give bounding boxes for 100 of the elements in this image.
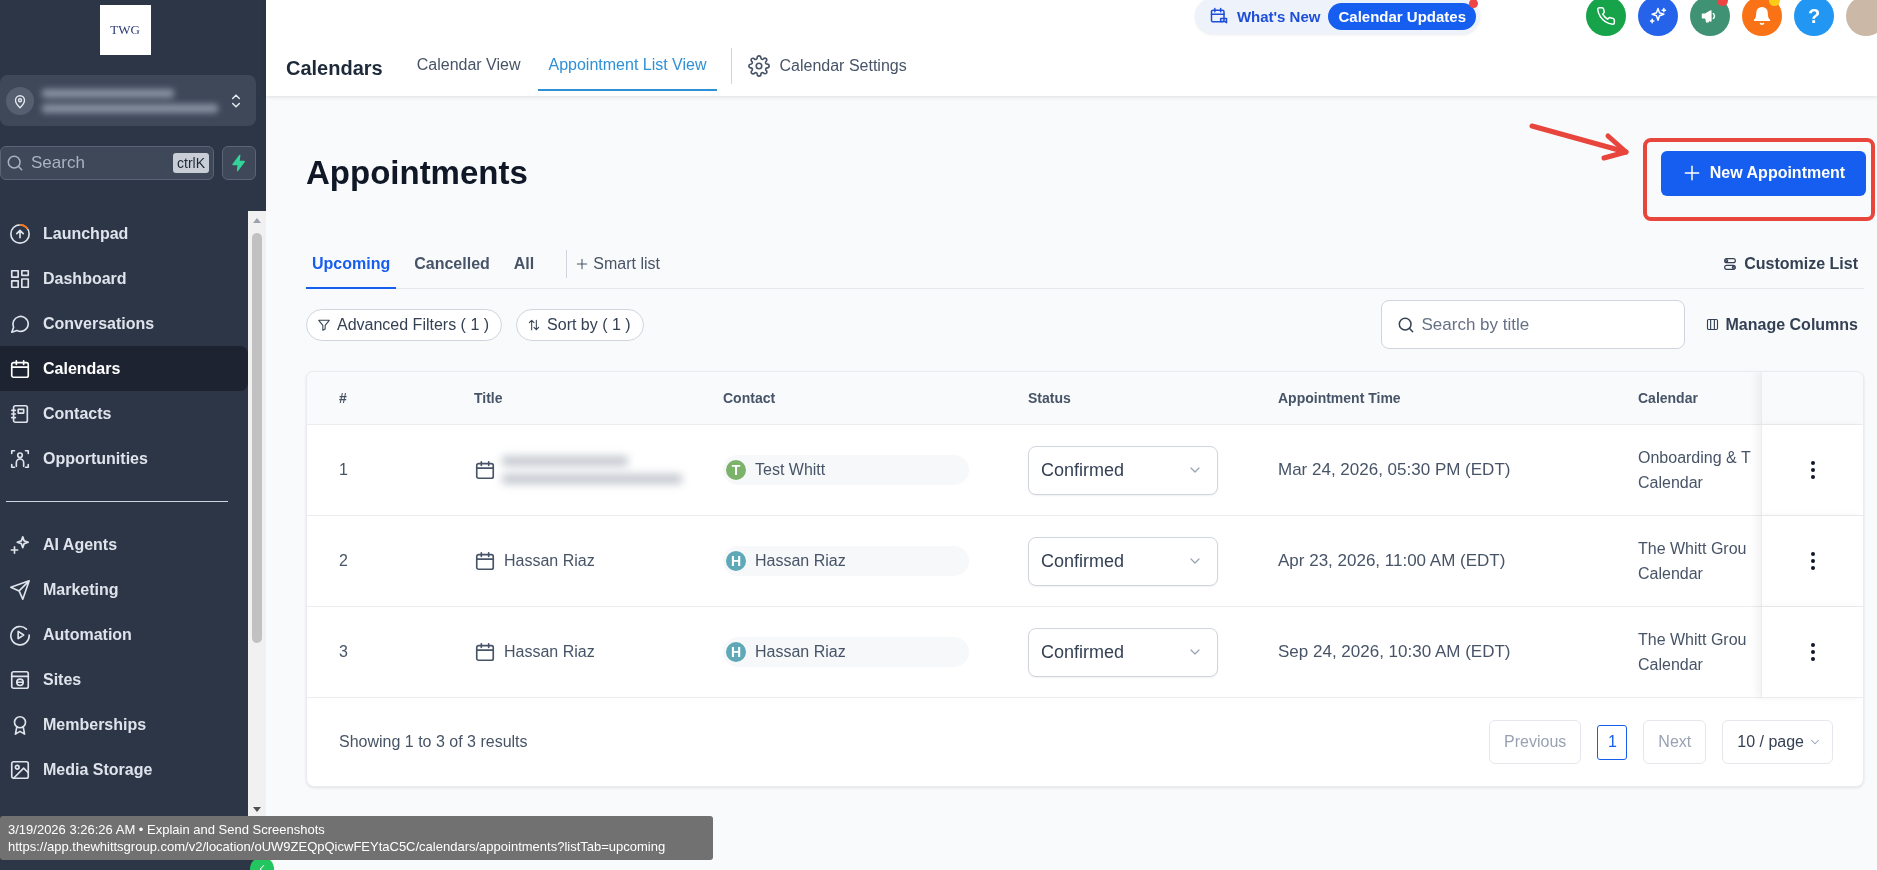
plus-icon bbox=[575, 257, 590, 271]
nav-item[interactable]: Contacts bbox=[0, 391, 248, 436]
whats-new-pill[interactable]: What's New Calendar Updates bbox=[1194, 0, 1480, 34]
kebab-menu-icon bbox=[1811, 552, 1815, 570]
settings-link[interactable]: Calendar Settings bbox=[779, 57, 907, 74]
paper-plane-icon bbox=[9, 578, 31, 601]
nav-item[interactable]: Conversations bbox=[0, 301, 248, 346]
sparkle-icon bbox=[1648, 6, 1668, 26]
people-icon bbox=[9, 447, 31, 470]
lightning-icon bbox=[230, 154, 248, 172]
list-tab[interactable]: Upcoming bbox=[306, 240, 397, 289]
image-icon bbox=[9, 758, 31, 781]
appointment-time: Sep 24, 2026, 10:30 AM (EDT) bbox=[1278, 642, 1511, 662]
sparkle-icon bbox=[9, 533, 31, 556]
page-size-dropdown[interactable]: 10 / page bbox=[1722, 720, 1833, 764]
column-header: Calendar bbox=[1638, 390, 1698, 406]
view-tab[interactable]: Calendar View bbox=[406, 40, 531, 91]
status-dropdown[interactable]: Confirmed bbox=[1028, 627, 1218, 677]
phone-icon bbox=[1596, 6, 1616, 26]
nav-item[interactable]: Media Storage bbox=[0, 747, 248, 792]
column-header: Contact bbox=[723, 390, 776, 406]
new-appointment-button[interactable]: New Appointment bbox=[1661, 150, 1866, 196]
megaphone-button[interactable] bbox=[1690, 0, 1730, 36]
kebab-menu-icon bbox=[1811, 461, 1815, 479]
tooltip-text: 3/19/2026 3:26:26 AM • Explain and Send Screenshots bbox=[8, 821, 326, 838]
nav-item[interactable]: Memberships bbox=[0, 702, 248, 747]
appointment-title: Hassan Riaz bbox=[504, 643, 595, 661]
appointment-time: Mar 24, 2026, 05:30 PM (EDT) bbox=[1278, 460, 1511, 480]
table-cell: 3 bbox=[339, 643, 348, 661]
contact-name: Hassan Riaz bbox=[755, 552, 846, 570]
contact-chip[interactable]: H Hassan Riaz bbox=[723, 637, 969, 667]
page-title: Calendars bbox=[286, 56, 383, 80]
results-summary: Showing 1 to 3 of 3 results bbox=[339, 733, 528, 751]
whats-new-label: What's New bbox=[1236, 7, 1321, 25]
bell-icon bbox=[1752, 6, 1772, 26]
list-tab[interactable]: All bbox=[507, 240, 541, 289]
column-header: Status bbox=[1028, 390, 1071, 406]
contact-avatar: H bbox=[726, 551, 746, 571]
sort-arrows-icon bbox=[527, 317, 542, 332]
calendar-name: The Whitt Grou Calendar bbox=[1638, 539, 1747, 584]
nav-item[interactable]: Launchpad bbox=[0, 211, 248, 256]
bell-button[interactable] bbox=[1742, 0, 1782, 36]
account-switcher[interactable] bbox=[0, 75, 256, 126]
nav-item[interactable]: Marketing bbox=[0, 567, 248, 612]
gear-icon bbox=[747, 54, 770, 77]
nav-item[interactable]: Automation bbox=[0, 612, 248, 657]
columns-icon bbox=[1704, 317, 1720, 332]
contact-chip[interactable]: H Hassan Riaz bbox=[723, 546, 969, 576]
list-tab[interactable]: Cancelled bbox=[408, 240, 496, 289]
calendar-icon bbox=[474, 641, 496, 663]
appointment-time: Apr 23, 2026, 11:00 AM (EDT) bbox=[1278, 551, 1506, 571]
browser-icon bbox=[9, 668, 31, 691]
nav-item[interactable]: Opportunities bbox=[0, 436, 248, 481]
view-tab[interactable]: Appointment List View bbox=[538, 40, 717, 91]
calendar-name: The Whitt Grou Calendar bbox=[1638, 630, 1747, 675]
column-header: # bbox=[339, 390, 347, 406]
search-placeholder: Search bbox=[31, 153, 86, 173]
tooltip-text: https://app.thewhittsgroup.com/v2/location/oUW9ZEQpQicwFEYtaC5C/calendars/appointments?listTab=upcoming bbox=[8, 838, 667, 855]
manage-columns-link[interactable]: Manage Columns bbox=[1725, 315, 1858, 334]
calendar-name: Onboarding & T Calendar bbox=[1638, 448, 1751, 493]
notebook-icon bbox=[9, 402, 31, 425]
appointment-title: Hassan Riaz bbox=[504, 552, 595, 570]
calendar-chat-icon bbox=[1208, 6, 1229, 26]
contact-name: Test Whitt bbox=[755, 461, 826, 479]
quick-action-button[interactable] bbox=[222, 146, 256, 180]
search-placeholder: Search by title bbox=[1421, 314, 1530, 335]
sort-button[interactable]: Sort by ( 1 ) bbox=[516, 308, 644, 341]
customize-list-link[interactable]: Customize List bbox=[1744, 255, 1858, 273]
kebab-menu-icon bbox=[1811, 643, 1815, 661]
page-heading: Appointments bbox=[306, 154, 528, 192]
calendar-icon bbox=[474, 550, 496, 572]
search-field[interactable]: Search by title bbox=[1380, 300, 1685, 349]
funnel-icon bbox=[317, 317, 331, 332]
nav-item[interactable]: Dashboard bbox=[0, 256, 248, 301]
page-number[interactable]: 1 bbox=[1597, 724, 1628, 760]
smart-list-link[interactable]: Smart list bbox=[593, 255, 660, 273]
update-badge[interactable]: Calendar Updates bbox=[1328, 2, 1476, 30]
column-header: Appointment Time bbox=[1278, 390, 1401, 406]
arrow-circle-icon bbox=[9, 222, 31, 245]
column-header: Title bbox=[474, 390, 503, 406]
toggles-icon bbox=[1722, 256, 1739, 272]
search-icon bbox=[5, 153, 25, 173]
contact-avatar: T bbox=[726, 460, 746, 480]
phone-button[interactable] bbox=[1586, 0, 1626, 36]
contact-chip[interactable]: T Test Whitt bbox=[723, 455, 969, 485]
search-field[interactable]: Search ctrlK bbox=[0, 146, 214, 180]
nav-item[interactable]: Sites bbox=[0, 657, 248, 702]
status-dropdown[interactable]: Confirmed bbox=[1028, 445, 1218, 495]
contact-avatar: H bbox=[726, 642, 746, 662]
sparkle-button[interactable] bbox=[1638, 0, 1678, 36]
contact-name: Hassan Riaz bbox=[755, 643, 846, 661]
nav-item[interactable]: Calendars bbox=[0, 346, 248, 391]
grid-icon bbox=[9, 267, 31, 290]
status-dropdown[interactable]: Confirmed bbox=[1028, 536, 1218, 586]
filter-button[interactable]: Advanced Filters ( 1 ) bbox=[306, 308, 503, 341]
table-cell: 1 bbox=[339, 461, 348, 479]
logo[interactable]: TWG bbox=[99, 5, 151, 55]
nav-item[interactable]: AI Agents bbox=[0, 522, 248, 567]
calendar-icon bbox=[474, 459, 496, 481]
play-circle-icon bbox=[9, 623, 31, 646]
